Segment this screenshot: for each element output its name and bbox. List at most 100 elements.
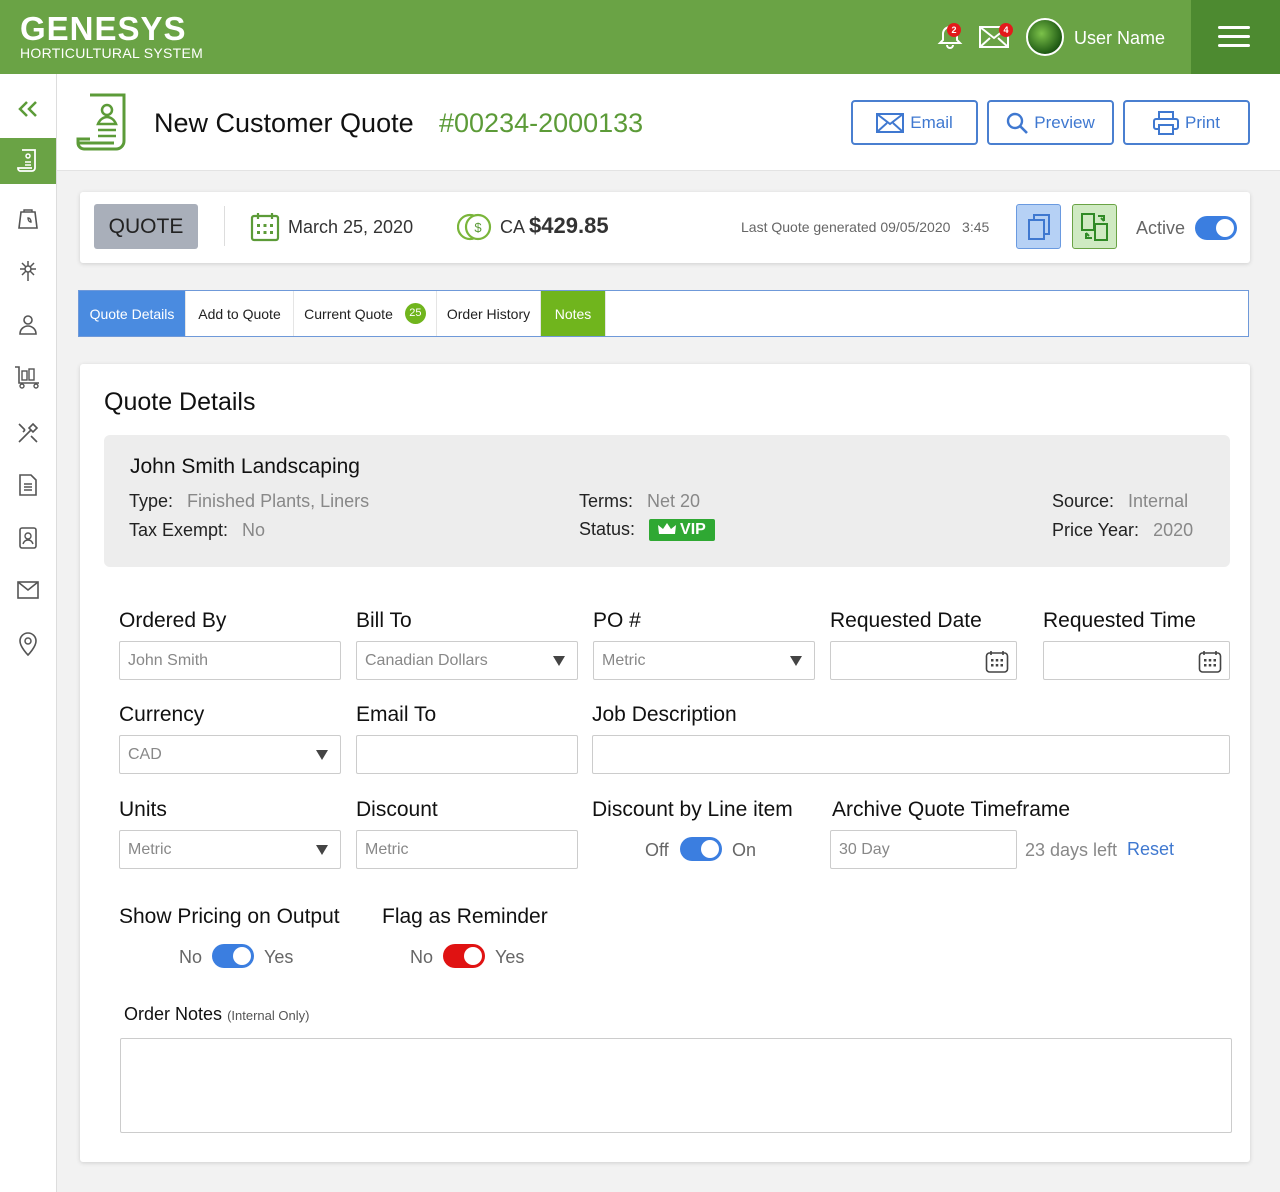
- currency-select[interactable]: CAD: [119, 735, 341, 774]
- sidebar-item-quotes[interactable]: [0, 138, 56, 184]
- customer-tax-exempt: Tax Exempt: No: [129, 520, 266, 540]
- ordered-by-label: Ordered By: [119, 609, 227, 632]
- brand-logo[interactable]: GENESYS HORTICULTURAL SYSTEM: [20, 12, 203, 61]
- calendar-icon: [250, 212, 280, 247]
- message-count-badge: 4: [999, 23, 1013, 37]
- order-notes-textarea[interactable]: [120, 1038, 1232, 1133]
- discount-by-line-label: Discount by Line item: [592, 798, 793, 821]
- active-label: Active: [1136, 218, 1186, 238]
- print-button[interactable]: Print: [1123, 100, 1250, 145]
- avatar[interactable]: [1026, 18, 1064, 56]
- po-select[interactable]: Metric: [593, 641, 815, 680]
- units-select[interactable]: Metric: [119, 830, 341, 869]
- quote-number: #00234-2000133: [439, 108, 644, 138]
- show-pricing-toggle[interactable]: [212, 944, 254, 968]
- preview-button-label: Preview: [1034, 112, 1095, 132]
- top-bar: GENESYS HORTICULTURAL SYSTEM 2 4 User Na…: [0, 0, 1280, 74]
- archive-days-left: 23 days left: [1025, 840, 1118, 860]
- quote-summary-bar: QUOTE March 25, 2020 $ CA $429.85 Last Q…: [80, 192, 1250, 263]
- document-icon: [19, 474, 37, 496]
- quote-tabs: Quote Details Add to Quote Current Quote…: [78, 290, 1249, 337]
- email-button[interactable]: Email: [851, 100, 978, 145]
- page-title: New Customer Quote: [154, 108, 414, 138]
- sidebar-item-plant-bag[interactable]: [0, 197, 56, 239]
- ordered-by-input[interactable]: John Smith: [119, 641, 341, 680]
- flag-reminder-label: Flag as Reminder: [382, 905, 548, 928]
- calendar-icon[interactable]: [1198, 650, 1222, 679]
- discount-input[interactable]: Metric: [356, 830, 578, 869]
- tab-notes[interactable]: Notes: [541, 291, 606, 336]
- currency-prefix: CA: [500, 217, 525, 237]
- archive-reset-link[interactable]: Reset: [1127, 839, 1174, 860]
- sidebar-item-locations[interactable]: [0, 623, 56, 665]
- job-description-label: Job Description: [592, 703, 737, 726]
- job-description-input[interactable]: [592, 735, 1230, 774]
- collapse-sidebar-icon[interactable]: [0, 88, 56, 130]
- bill-to-select[interactable]: Canadian Dollars: [356, 641, 578, 680]
- sidebar-item-contacts[interactable]: [0, 517, 56, 559]
- notification-count-badge: 2: [947, 23, 961, 37]
- quote-details-card: Quote Details John Smith Landscaping Typ…: [80, 364, 1250, 1162]
- divider: [224, 206, 225, 246]
- copy-icon: [1027, 213, 1050, 240]
- envelope-icon: [17, 581, 39, 599]
- sidebar: [0, 74, 57, 1192]
- status-badge: VIP: [649, 519, 715, 542]
- copy-quote-button[interactable]: [1016, 204, 1061, 249]
- user-name[interactable]: User Name: [1074, 28, 1165, 49]
- order-notes-hint: (Internal Only): [227, 1008, 310, 1023]
- sidebar-item-customers[interactable]: [0, 303, 56, 345]
- total-amount: $429.85: [529, 213, 609, 238]
- contact-book-icon: [19, 527, 37, 549]
- brand-name: GENESYS: [20, 10, 187, 47]
- sidebar-item-inventory[interactable]: [0, 356, 56, 398]
- customer-info-box: John Smith Landscaping Type: Finished Pla…: [104, 435, 1230, 567]
- swap-documents-icon: [1080, 212, 1108, 241]
- convert-quote-button[interactable]: [1072, 204, 1117, 249]
- requested-time-label: Requested Time: [1043, 609, 1196, 632]
- bag-icon: [18, 209, 38, 229]
- archive-timeframe-label: Archive Quote Timeframe: [832, 798, 1071, 821]
- tab-order-history[interactable]: Order History: [437, 291, 541, 336]
- sidebar-item-tools[interactable]: [0, 412, 56, 454]
- tab-current-quote[interactable]: Current Quote 25: [294, 291, 437, 336]
- user-icon: [19, 315, 37, 335]
- bell-icon[interactable]: 2: [937, 23, 963, 55]
- requested-date-input[interactable]: [830, 641, 1017, 680]
- quote-scroll-icon: [17, 149, 36, 172]
- chevron-down-icon: [316, 845, 328, 855]
- email-to-input[interactable]: [356, 735, 578, 774]
- archive-timeframe-input[interactable]: 30 Day: [830, 830, 1017, 869]
- chevron-down-icon: [553, 656, 565, 666]
- sidebar-item-documents[interactable]: [0, 464, 56, 506]
- flag-reminder-toggle[interactable]: [443, 944, 485, 968]
- currency-label: Currency: [119, 703, 205, 726]
- discount-by-line-toggle[interactable]: [680, 837, 722, 861]
- preview-button[interactable]: Preview: [987, 100, 1114, 145]
- crown-icon: [658, 523, 677, 535]
- tab-add-to-quote[interactable]: Add to Quote: [186, 291, 294, 336]
- active-toggle[interactable]: [1195, 216, 1237, 240]
- chevron-down-icon: [316, 750, 328, 760]
- mail-icon[interactable]: 4: [979, 23, 1013, 53]
- coins-icon: $: [456, 212, 493, 247]
- brand-subtitle: HORTICULTURAL SYSTEM: [20, 45, 204, 61]
- hamburger-menu-icon[interactable]: [1191, 0, 1280, 74]
- tab-quote-details[interactable]: Quote Details: [79, 291, 186, 336]
- calendar-icon[interactable]: [985, 650, 1009, 679]
- requested-time-input[interactable]: [1043, 641, 1230, 680]
- current-quote-count-badge: 25: [404, 303, 426, 324]
- customer-source: Source: Internal: [1052, 491, 1189, 511]
- customer-name: John Smith Landscaping: [130, 455, 360, 478]
- discount-by-line-off-label: Off: [645, 840, 669, 860]
- chevron-down-icon: [790, 656, 802, 666]
- section-title: Quote Details: [104, 388, 256, 416]
- page-header: New Customer Quote #00234-2000133 Email …: [57, 74, 1280, 171]
- sidebar-item-plants[interactable]: [0, 250, 56, 292]
- envelope-icon: [876, 112, 905, 133]
- tools-icon: [18, 422, 39, 443]
- show-pricing-label: Show Pricing on Output: [119, 905, 340, 928]
- svg-text:$: $: [474, 220, 482, 235]
- flower-icon: [20, 261, 36, 281]
- sidebar-item-messages[interactable]: [0, 569, 56, 611]
